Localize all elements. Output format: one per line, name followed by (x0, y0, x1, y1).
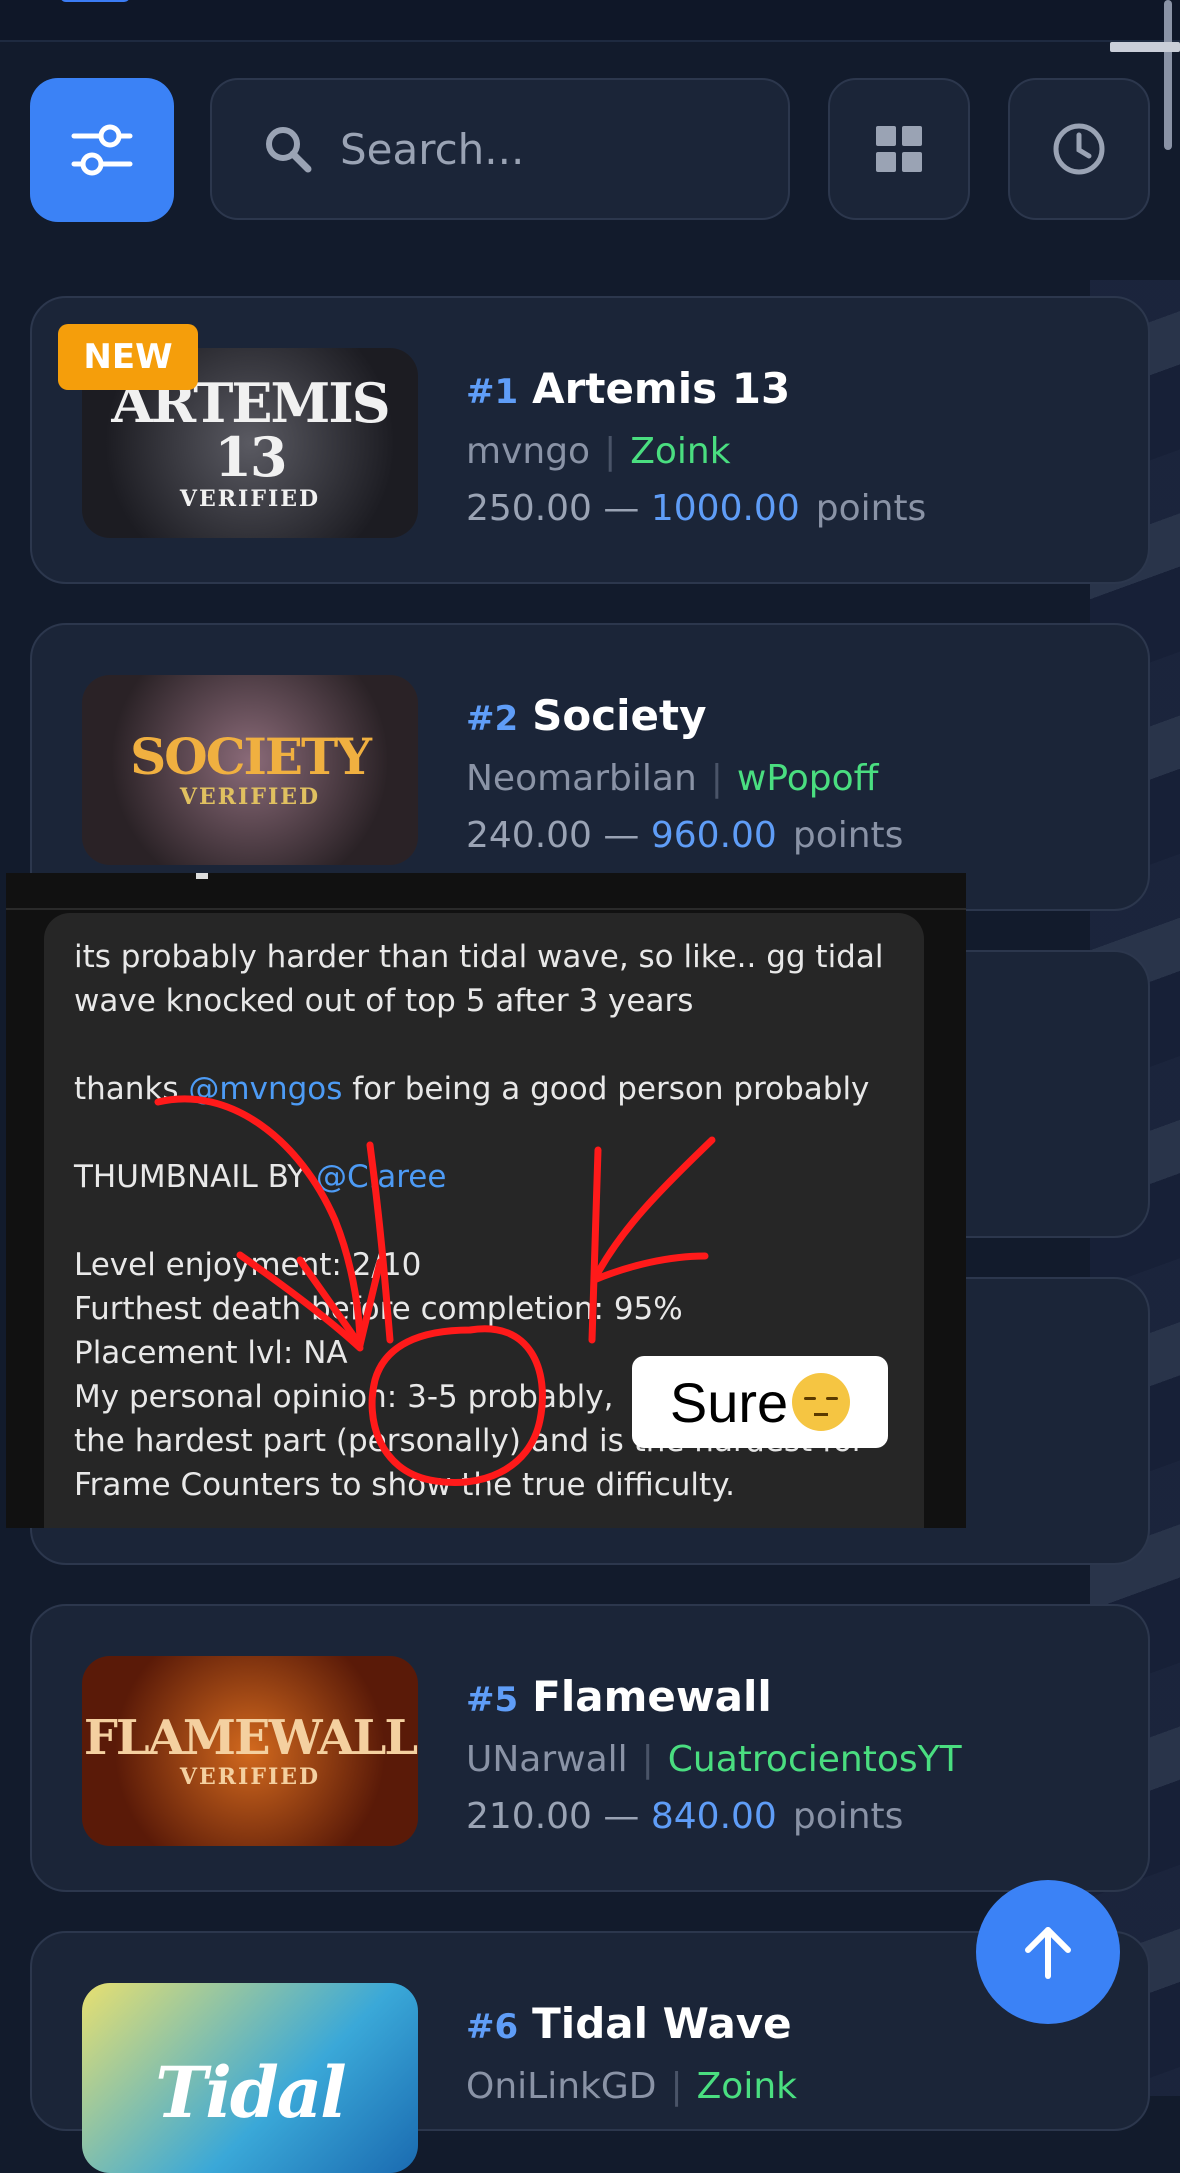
max-points: 1000.00 (650, 488, 800, 529)
top-bar (0, 0, 1180, 42)
level-title: #6 Tidal Wave (466, 1999, 797, 2048)
level-name[interactable]: Artemis 13 (532, 364, 790, 413)
thumbnail-text: ARTEMIS 13 VERIFIED (82, 376, 418, 510)
min-points: 250.00 (466, 488, 592, 529)
points-dash: — (603, 815, 640, 856)
thumbnail-text: FLAMEWALL VERIFIED (84, 1714, 418, 1790)
level-thumbnail[interactable]: SOCIETY VERIFIED (82, 675, 418, 865)
level-title: #5 Flamewall (466, 1672, 962, 1721)
level-meta: mvngo | Zoink (466, 431, 926, 472)
level-rank: #6 (466, 2007, 519, 2047)
mention-link[interactable]: @Claree (316, 1159, 446, 1195)
history-button[interactable] (1008, 78, 1150, 220)
level-title: #2 Society (466, 691, 903, 740)
pensive-emoji-icon (792, 1373, 851, 1431)
level-info: #1 Artemis 13 mvngo | Zoink 250.00 — 1000.0… (466, 364, 926, 529)
scroll-marker (1110, 42, 1180, 52)
comment-line: its probably harder than tidal wave, so … (74, 939, 884, 975)
thumbnail-text: Tidal (155, 2058, 347, 2128)
level-verifier[interactable]: Zoink (630, 431, 730, 472)
thumbnail-text: SOCIETY VERIFIED (130, 732, 372, 810)
level-verifier[interactable]: CuatrocientosYT (668, 1739, 962, 1780)
level-creator[interactable]: Neomarbilan (466, 758, 697, 799)
top-tab-indicator (60, 0, 130, 2)
filter-button[interactable] (30, 78, 174, 222)
level-creator[interactable]: OniLinkGD (466, 2066, 657, 2107)
scroll-to-top-button[interactable] (976, 1880, 1120, 2024)
toolbar (0, 70, 1180, 230)
thumbnail-sub: VERIFIED (179, 784, 321, 810)
thumbnail-sub: VERIFIED (179, 486, 321, 512)
level-points: 210.00 — 840.00 points (466, 1796, 962, 1837)
level-name[interactable]: Tidal Wave (532, 1999, 792, 2048)
separator: | (604, 431, 617, 472)
level-creator[interactable]: mvngo (466, 431, 590, 472)
points-unit: points (815, 488, 927, 529)
mention-link[interactable]: @mvngos (188, 1071, 342, 1107)
new-badge: NEW (58, 324, 198, 390)
level-verifier[interactable]: Zoink (697, 2066, 797, 2107)
search-input[interactable] (338, 123, 722, 175)
arrow-up-icon (1025, 1927, 1071, 1979)
level-meta: Neomarbilan | wPopoff (466, 758, 903, 799)
level-card[interactable]: NEW ARTEMIS 13 VERIFIED #1 Artemis 13 mvn… (30, 296, 1150, 584)
level-thumbnail[interactable]: FLAMEWALL VERIFIED (82, 1656, 418, 1846)
thumbnail-title: Tidal (155, 2051, 347, 2134)
level-thumbnail[interactable]: Tidal (82, 1983, 418, 2173)
sticker-text: Sure (669, 1370, 789, 1434)
level-name[interactable]: Society (532, 691, 706, 740)
comment-text: for being a good person probably (342, 1071, 870, 1107)
level-meta: UNarwall | CuatrocientosYT (466, 1739, 962, 1780)
comment-thanks: thanks @mvngos for being a good person p… (74, 1067, 894, 1111)
comment-line: Furthest death before completion: 95% (74, 1291, 683, 1327)
level-info: #5 Flamewall UNarwall | CuatrocientosYT 210… (466, 1672, 962, 1837)
level-points: 240.00 — 960.00 points (466, 815, 903, 856)
search-box[interactable] (210, 78, 790, 220)
comment-text: THUMBNAIL BY (74, 1159, 316, 1195)
level-card[interactable]: SOCIETY VERIFIED #2 Society Neomarbilan | w… (30, 623, 1150, 911)
level-rank: #1 (466, 372, 519, 412)
level-verifier[interactable]: wPopoff (737, 758, 879, 799)
divider (6, 908, 966, 910)
separator: | (641, 1739, 654, 1780)
level-name[interactable]: Flamewall (532, 1672, 772, 1721)
grid-icon (876, 126, 922, 172)
cursor-mark (196, 873, 208, 879)
separator: | (710, 758, 723, 799)
level-info: #6 Tidal Wave OniLinkGD | Zoink (466, 1999, 797, 2107)
comment-line: wave knocked out of top 5 after 3 years (74, 983, 694, 1019)
comment-line: Level enjoyment: 2/10 (74, 1247, 422, 1283)
comment-line: Frame Counters to show the true difficul… (74, 1467, 735, 1503)
level-points: 250.00 — 1000.00 points (466, 488, 926, 529)
grid-view-button[interactable] (828, 78, 970, 220)
thumbnail-sub: VERIFIED (179, 1764, 321, 1790)
level-info: #2 Society Neomarbilan | wPopoff 240.00 — 9… (466, 691, 903, 856)
thumbnail-title: FLAMEWALL (83, 1710, 418, 1766)
points-unit: points (792, 815, 904, 856)
max-points: 840.00 (650, 1796, 777, 1837)
search-icon (266, 127, 312, 173)
points-unit: points (792, 1796, 904, 1837)
level-creator[interactable]: UNarwall (466, 1739, 628, 1780)
comment-thumbnail-credit: THUMBNAIL BY @Claree (74, 1155, 894, 1199)
sliders-icon (71, 124, 133, 176)
clock-icon (1053, 123, 1105, 175)
level-rank: #5 (466, 1680, 519, 1720)
min-points: 240.00 (466, 815, 592, 856)
thumbnail-title: SOCIETY (130, 727, 372, 786)
level-meta: OniLinkGD | Zoink (466, 2066, 797, 2107)
points-dash: — (603, 1796, 640, 1837)
level-title: #1 Artemis 13 (466, 364, 926, 413)
sure-sticker: Sure (632, 1356, 888, 1448)
comment-text: thanks (74, 1071, 189, 1107)
level-rank: #2 (466, 699, 519, 739)
level-card[interactable]: FLAMEWALL VERIFIED #5 Flamewall UNarwall |… (30, 1604, 1150, 1892)
max-points: 960.00 (650, 815, 777, 856)
separator: | (670, 2066, 683, 2107)
min-points: 210.00 (466, 1796, 592, 1837)
points-dash: — (603, 488, 640, 529)
